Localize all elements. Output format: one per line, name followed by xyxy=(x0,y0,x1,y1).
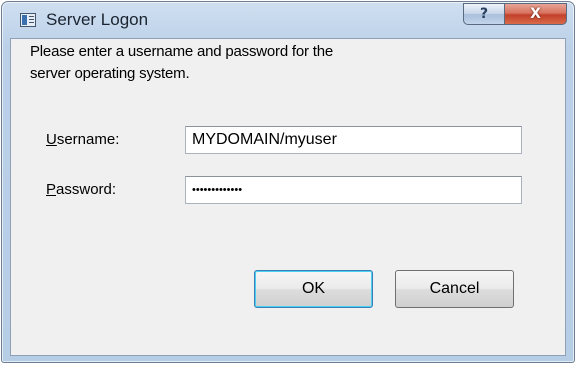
password-label-text: assword: xyxy=(56,181,117,198)
help-icon: ? xyxy=(479,6,489,22)
username-mnemonic: U xyxy=(46,131,57,148)
username-label-text: sername: xyxy=(56,131,120,148)
password-label: Password: xyxy=(46,181,116,198)
instruction-line-2: server operating system. xyxy=(30,65,190,82)
title-bar[interactable]: Server Logon ? X xyxy=(2,2,574,38)
password-mnemonic: P xyxy=(46,181,57,198)
password-field[interactable] xyxy=(185,176,522,204)
app-window-icon xyxy=(20,13,36,27)
help-button[interactable]: ? xyxy=(463,3,505,25)
username-label: Username: xyxy=(46,131,119,148)
instruction-text: Please enter a username and password for… xyxy=(30,41,410,85)
instruction-line-1: Please enter a username and password for… xyxy=(30,43,334,60)
close-button[interactable]: X xyxy=(505,3,567,25)
ok-button[interactable]: OK xyxy=(254,270,373,308)
window-title: Server Logon xyxy=(46,10,149,29)
username-field[interactable] xyxy=(185,126,522,154)
cancel-button[interactable]: Cancel xyxy=(395,270,514,308)
close-icon: X xyxy=(530,6,541,22)
